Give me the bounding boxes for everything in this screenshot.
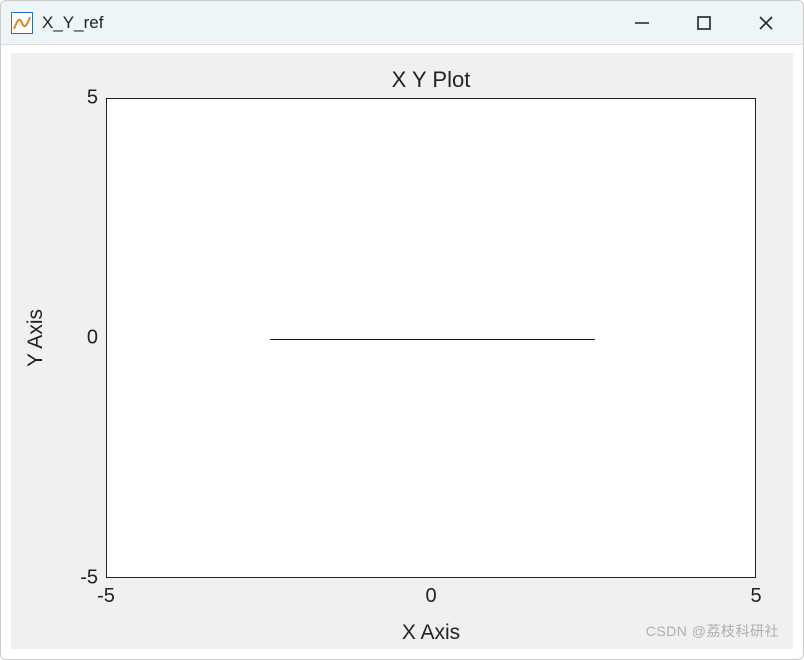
y-axis-label: Y Axis <box>23 98 49 578</box>
x-tick-label: -5 <box>97 585 115 608</box>
x-tick-label: 5 <box>750 585 761 608</box>
y-tick-label: -5 <box>58 567 98 590</box>
y-tick-label: 0 <box>58 327 98 350</box>
series-line <box>270 339 595 340</box>
figure-window: X_Y_ref X Y Plot Y Axis -505 -505 X Axis… <box>0 0 804 660</box>
y-tick-label: 5 <box>58 87 98 110</box>
x-tick-label: 0 <box>425 585 436 608</box>
minimize-button[interactable] <box>611 3 673 43</box>
figure-canvas: X Y Plot Y Axis -505 -505 X Axis CSDN @荔… <box>11 53 793 649</box>
plot-axes[interactable] <box>106 98 756 578</box>
watermark-text: CSDN @荔枝科研社 <box>646 621 779 641</box>
titlebar[interactable]: X_Y_ref <box>1 1 803 45</box>
close-button[interactable] <box>735 3 797 43</box>
chart-title: X Y Plot <box>106 67 756 93</box>
window-title: X_Y_ref <box>42 13 103 33</box>
matlab-figure-icon <box>11 12 33 34</box>
maximize-button[interactable] <box>673 3 735 43</box>
